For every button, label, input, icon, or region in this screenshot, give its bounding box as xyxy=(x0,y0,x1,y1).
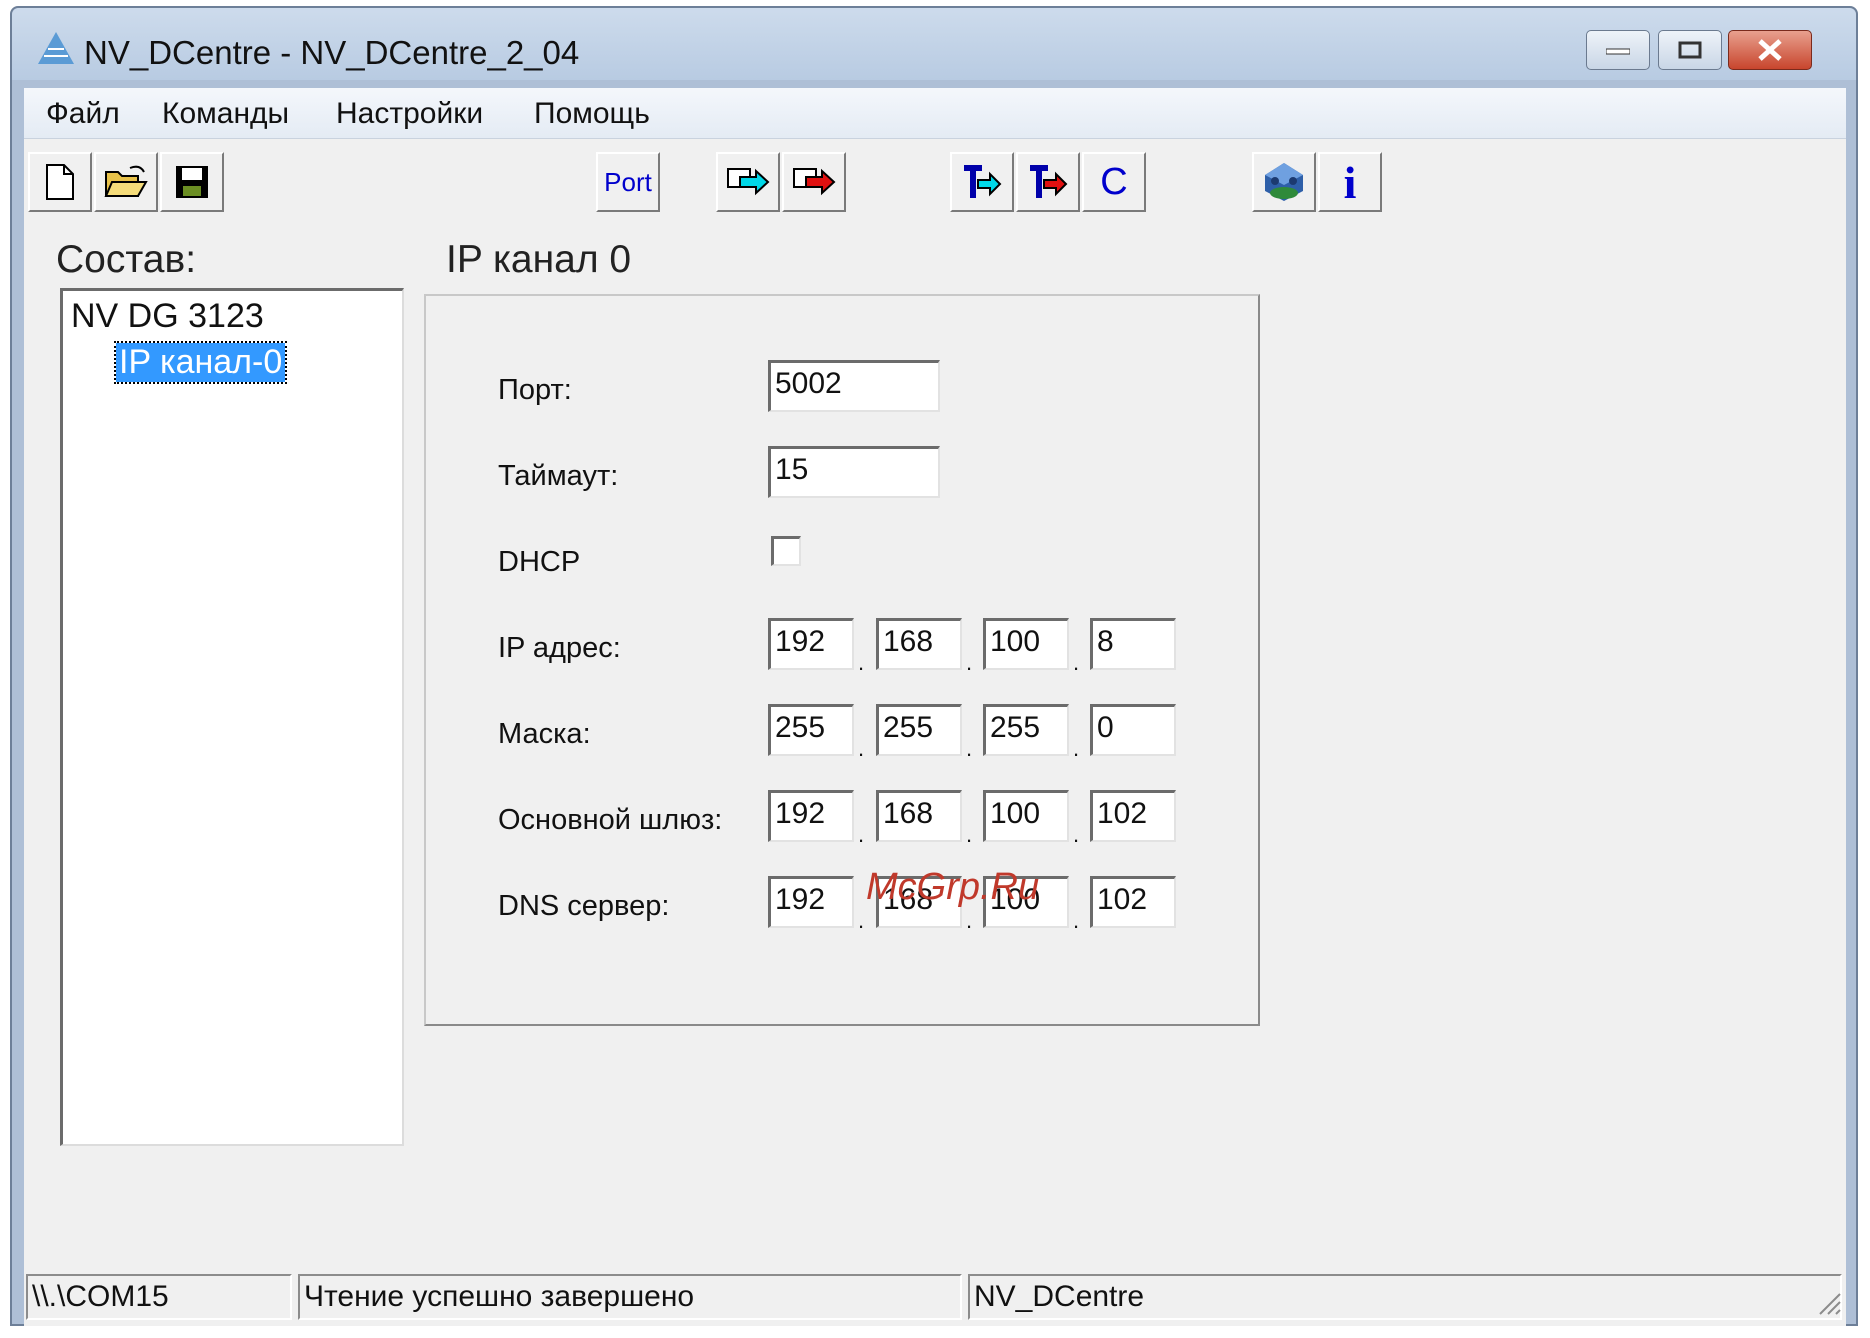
maximize-icon xyxy=(1678,41,1702,59)
mask-octet-2[interactable]: 255 xyxy=(876,704,962,756)
gateway-dot: . xyxy=(858,822,865,847)
t-write-button[interactable] xyxy=(950,152,1014,212)
port-button[interactable]: Port xyxy=(596,152,660,212)
port-label: Порт: xyxy=(498,374,572,406)
tree-item-ip-channel[interactable]: IP канал-0 xyxy=(113,341,288,384)
settings-panel: Порт: 5002 Таймаут: 15 DHCP IP адрес: 19… xyxy=(424,294,1260,1026)
mask-octet-1[interactable]: 255 xyxy=(768,704,854,756)
dhcp-checkbox[interactable] xyxy=(771,536,801,566)
t-read-icon xyxy=(1030,165,1068,198)
gateway-dot: . xyxy=(966,822,973,847)
open-file-button[interactable] xyxy=(94,152,158,212)
minimize-icon xyxy=(1606,48,1630,55)
t-write-icon xyxy=(964,165,1002,198)
menu-help[interactable]: Помощь xyxy=(534,97,650,131)
mask-dot: . xyxy=(858,736,865,761)
menu-settings[interactable]: Настройки xyxy=(336,97,483,131)
menu-commands[interactable]: Команды xyxy=(162,97,289,131)
mask-dot: . xyxy=(966,736,973,761)
mask-octet-3[interactable]: 255 xyxy=(983,704,1069,756)
new-file-button[interactable] xyxy=(28,152,92,212)
app-logo-icon xyxy=(38,32,74,64)
read-button[interactable] xyxy=(782,152,846,212)
gateway-label: Основной шлюз: xyxy=(498,804,723,836)
dhcp-label: DHCP xyxy=(498,546,581,578)
status-app: NV_DCentre xyxy=(968,1274,1842,1320)
close-button[interactable] xyxy=(1728,30,1812,70)
new-file-icon xyxy=(46,164,74,200)
dns-dot: . xyxy=(858,908,865,933)
ip-octet-3[interactable]: 100 xyxy=(983,618,1069,670)
dns-octet-4[interactable]: 102 xyxy=(1090,876,1176,928)
resize-grip-icon[interactable] xyxy=(1812,1286,1842,1316)
composition-heading: Состав: xyxy=(56,238,197,281)
dns-dot: . xyxy=(966,908,973,933)
write-button[interactable] xyxy=(716,152,780,212)
c-icon: C xyxy=(1100,160,1128,203)
ip-dot: . xyxy=(858,650,865,675)
dns-dot: . xyxy=(1073,908,1080,933)
open-folder-icon xyxy=(104,165,148,197)
timeout-field[interactable]: 15 xyxy=(768,446,940,498)
status-port: \\.\COM15 xyxy=(26,1274,292,1320)
port-icon: Port xyxy=(604,166,652,197)
device-tree[interactable]: NV DG 3123 IP канал-0 xyxy=(60,288,404,1146)
menu-file[interactable]: Файл xyxy=(46,97,120,131)
close-icon xyxy=(1758,39,1782,61)
gateway-octet-2[interactable]: 168 xyxy=(876,790,962,842)
panel-heading: IP канал 0 xyxy=(446,238,632,281)
menu-bar: Файл Команды Настройки Помощь xyxy=(24,88,1846,139)
minimize-button[interactable] xyxy=(1586,30,1650,70)
write-arrow-icon xyxy=(727,168,770,196)
dns-octet-1[interactable]: 192 xyxy=(768,876,854,928)
gateway-octet-1[interactable]: 192 xyxy=(768,790,854,842)
ip-dot: . xyxy=(966,650,973,675)
dns-label: DNS сервер: xyxy=(498,890,670,922)
ip-label: IP адрес: xyxy=(498,632,621,664)
client-area: Файл Команды Настройки Помощь Port C i С… xyxy=(24,88,1846,1326)
save-disk-icon xyxy=(176,166,208,198)
mask-dot: . xyxy=(1073,736,1080,761)
gateway-octet-3[interactable]: 100 xyxy=(983,790,1069,842)
timeout-label: Таймаут: xyxy=(498,460,619,492)
c-button[interactable]: C xyxy=(1082,152,1146,212)
network-button[interactable] xyxy=(1252,152,1316,212)
app-window: NV_DCentre - NV_DCentre_2_04 Файл Команд… xyxy=(10,6,1858,1326)
ip-octet-1[interactable]: 192 xyxy=(768,618,854,670)
title-bar[interactable]: NV_DCentre - NV_DCentre_2_04 xyxy=(12,8,1856,80)
mask-label: Маска: xyxy=(498,718,591,750)
status-bar: \\.\COM15 Чтение успешно завершено NV_DC… xyxy=(24,1274,1846,1320)
ip-octet-4[interactable]: 8 xyxy=(1090,618,1176,670)
status-message: Чтение успешно завершено xyxy=(298,1274,962,1320)
info-icon: i xyxy=(1343,156,1357,208)
ip-octet-2[interactable]: 168 xyxy=(876,618,962,670)
gateway-dot: . xyxy=(1073,822,1080,847)
info-button[interactable]: i xyxy=(1318,152,1382,212)
port-field[interactable]: 5002 xyxy=(768,360,940,412)
mask-octet-4[interactable]: 0 xyxy=(1090,704,1176,756)
t-read-button[interactable] xyxy=(1016,152,1080,212)
watermark-text: McGrp.Ru xyxy=(866,866,1040,908)
gateway-octet-4[interactable]: 102 xyxy=(1090,790,1176,842)
tree-item-device[interactable]: NV DG 3123 xyxy=(71,297,264,336)
maximize-button[interactable] xyxy=(1658,30,1722,70)
window-title: NV_DCentre - NV_DCentre_2_04 xyxy=(84,34,580,71)
network-icon xyxy=(1265,163,1303,201)
save-file-button[interactable] xyxy=(160,152,224,212)
ip-dot: . xyxy=(1073,650,1080,675)
read-arrow-icon xyxy=(793,168,836,196)
